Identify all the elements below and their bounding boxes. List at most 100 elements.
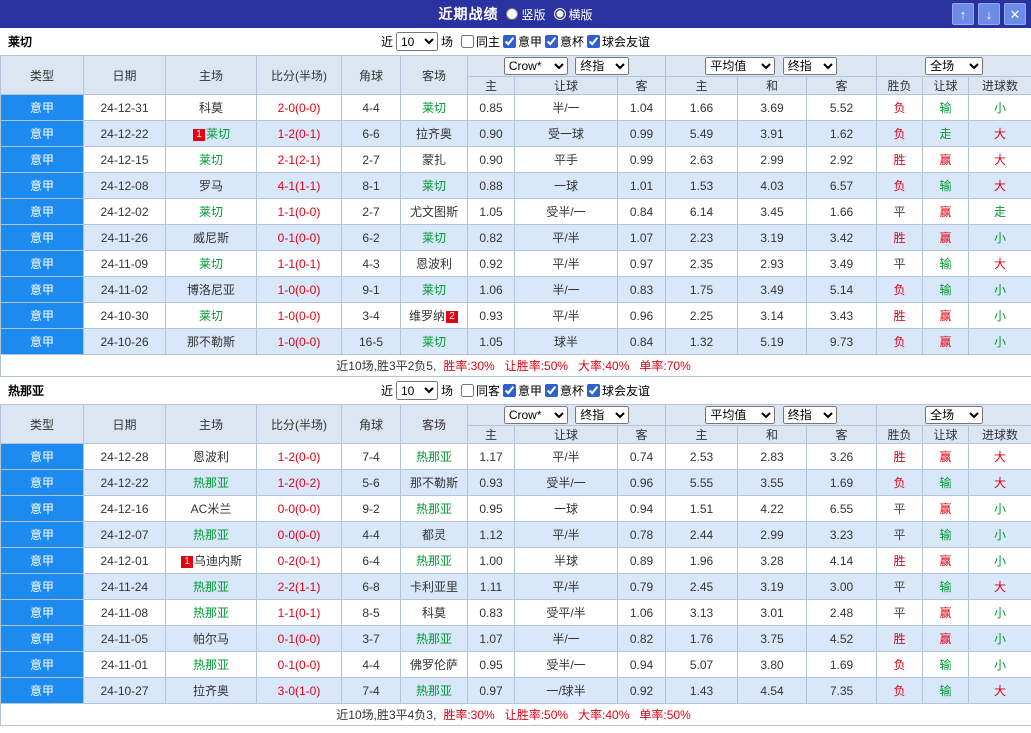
corner-score: 4-3 bbox=[341, 250, 401, 277]
avg-draw-odds: 4.22 bbox=[737, 495, 808, 522]
handicap-line: 受半/一 bbox=[514, 651, 618, 678]
match-date: 24-10-26 bbox=[83, 328, 166, 355]
filter-checkbox[interactable] bbox=[545, 384, 559, 397]
handicap-home-odds: 0.85 bbox=[467, 94, 515, 121]
match-score: 2-2(1-1) bbox=[256, 573, 342, 600]
filter-checkbox-option[interactable]: 意甲 bbox=[503, 382, 542, 399]
result-outcome: 负 bbox=[876, 94, 924, 121]
layout-horizontal-label: 横版 bbox=[568, 7, 593, 22]
filter-checkbox[interactable] bbox=[587, 384, 601, 397]
away-team: 热那亚 bbox=[400, 547, 468, 574]
corner-score: 4-4 bbox=[341, 94, 401, 121]
filter-checkbox[interactable] bbox=[460, 384, 474, 397]
away-team: 莱切 bbox=[400, 94, 468, 121]
result-outcome: 负 bbox=[876, 469, 924, 496]
avg-home-odds: 2.63 bbox=[665, 146, 739, 173]
close-button[interactable]: ✕ bbox=[1004, 3, 1026, 25]
result-outcome: 负 bbox=[876, 120, 924, 147]
europe-stage-select[interactable]: 终指 bbox=[782, 406, 837, 424]
league-badge: 意甲 bbox=[0, 599, 84, 626]
result-goals: 大 bbox=[968, 573, 1031, 600]
handicap-stage-select[interactable]: 终指 bbox=[575, 406, 630, 424]
handicap-away-odds: 0.99 bbox=[616, 146, 667, 173]
handicap-stage-select[interactable]: 终指 bbox=[575, 57, 630, 75]
filter-checkbox[interactable] bbox=[587, 35, 601, 48]
sub-header-handicap-result: 让球 bbox=[922, 76, 970, 95]
average-select[interactable]: 平均值 bbox=[705, 406, 776, 424]
avg-home-odds: 1.66 bbox=[665, 94, 739, 121]
handicap-home-odds: 0.82 bbox=[467, 224, 515, 251]
team-name: 热那亚 bbox=[192, 528, 229, 542]
filter-checkbox-option[interactable]: 球会友谊 bbox=[587, 33, 650, 50]
avg-draw-odds: 3.69 bbox=[737, 94, 808, 121]
handicap-away-odds: 0.84 bbox=[616, 198, 667, 225]
sub-header-avg-home: 主 bbox=[665, 76, 739, 95]
handicap-away-odds: 0.99 bbox=[616, 120, 667, 147]
layout-vertical-option[interactable]: 竖版 bbox=[506, 6, 546, 23]
filter-checkbox-label: 意杯 bbox=[560, 384, 585, 398]
layout-horizontal-option[interactable]: 横版 bbox=[553, 6, 593, 23]
match-row: 意甲 24-12-22 热那亚 1-2(0-2) 5-6 那不勒斯 0.93 受半/一 0.96… bbox=[0, 469, 1031, 496]
europe-odds-group-header: 平均值 终指 bbox=[665, 404, 878, 426]
summary-record: 近10场,胜3平2负5, bbox=[336, 359, 437, 373]
layout-vertical-radio[interactable] bbox=[506, 8, 519, 20]
col-header-date: 日期 bbox=[83, 55, 166, 95]
result-outcome: 负 bbox=[876, 276, 924, 303]
avg-home-odds: 1.32 bbox=[665, 328, 739, 355]
filter-checkbox[interactable] bbox=[503, 35, 516, 48]
corner-score: 6-6 bbox=[341, 120, 401, 147]
home-team: 罗马 bbox=[165, 172, 257, 199]
filter-checkbox-option[interactable]: 意杯 bbox=[545, 33, 584, 50]
layout-horizontal-radio[interactable] bbox=[553, 8, 566, 20]
result-goals: 大 bbox=[968, 443, 1031, 470]
filter-checkbox-option[interactable]: 球会友谊 bbox=[587, 382, 650, 399]
result-goals: 小 bbox=[968, 599, 1031, 626]
filter-checkbox-option[interactable]: 同客 bbox=[460, 382, 500, 399]
europe-stage-select[interactable]: 终指 bbox=[782, 57, 837, 75]
filter-bar: 近 10 场 同主 意甲 意杯 球会友谊 bbox=[381, 32, 650, 51]
match-count-select[interactable]: 10 bbox=[395, 381, 438, 400]
result-outcome: 平 bbox=[876, 599, 924, 626]
avg-away-odds: 3.23 bbox=[806, 521, 878, 548]
sub-header-goals-result: 进球数 bbox=[968, 76, 1031, 95]
period-select[interactable]: 全场 bbox=[925, 406, 984, 424]
avg-away-odds: 2.48 bbox=[806, 599, 878, 626]
move-down-button[interactable]: ↓ bbox=[978, 3, 1000, 25]
match-score: 1-1(0-1) bbox=[256, 599, 342, 626]
filter-checkbox[interactable] bbox=[460, 35, 474, 48]
handicap-home-odds: 1.05 bbox=[467, 198, 515, 225]
filter-checkbox[interactable] bbox=[503, 384, 516, 397]
move-up-button[interactable]: ↑ bbox=[952, 3, 974, 25]
rate-stat: 大率:40% bbox=[578, 708, 630, 722]
col-header-corner: 角球 bbox=[341, 55, 401, 95]
corner-score: 6-2 bbox=[341, 224, 401, 251]
filter-checkbox-option[interactable]: 同主 bbox=[460, 33, 500, 50]
avg-home-odds: 1.43 bbox=[665, 677, 739, 704]
odds-source-select[interactable]: Crow* bbox=[503, 406, 568, 424]
team-name: 威尼斯 bbox=[192, 231, 229, 245]
avg-away-odds: 3.00 bbox=[806, 573, 878, 600]
filter-checkbox-option[interactable]: 意杯 bbox=[545, 382, 584, 399]
away-team: 热那亚 bbox=[400, 495, 468, 522]
match-date: 24-12-16 bbox=[83, 495, 166, 522]
filter-checkbox[interactable] bbox=[545, 35, 559, 48]
layout-vertical-label: 竖版 bbox=[521, 7, 546, 22]
avg-draw-odds: 3.75 bbox=[737, 625, 808, 652]
team-name: 那不勒斯 bbox=[409, 476, 458, 490]
match-score: 0-0(0-0) bbox=[256, 495, 342, 522]
home-team: 恩波利 bbox=[165, 443, 257, 470]
average-select[interactable]: 平均值 bbox=[705, 57, 776, 75]
team-name: 莱切 bbox=[421, 335, 446, 349]
match-row: 意甲 24-12-15 莱切 2-1(2-1) 2-7 蒙扎 0.90 平手 0.99 2.63 2… bbox=[0, 146, 1031, 173]
handicap-away-odds: 1.06 bbox=[616, 599, 667, 626]
period-select[interactable]: 全场 bbox=[925, 57, 984, 75]
rate-stat: 让胜率:50% bbox=[504, 359, 569, 373]
result-handicap: 赢 bbox=[922, 224, 970, 251]
filter-checkbox-option[interactable]: 意甲 bbox=[503, 33, 542, 50]
filter-checkbox-label: 意甲 bbox=[518, 35, 543, 49]
col-header-corner: 角球 bbox=[341, 404, 401, 444]
avg-away-odds: 4.14 bbox=[806, 547, 878, 574]
odds-source-select[interactable]: Crow* bbox=[503, 57, 568, 75]
match-count-select[interactable]: 10 bbox=[395, 32, 438, 51]
result-outcome: 胜 bbox=[876, 224, 924, 251]
